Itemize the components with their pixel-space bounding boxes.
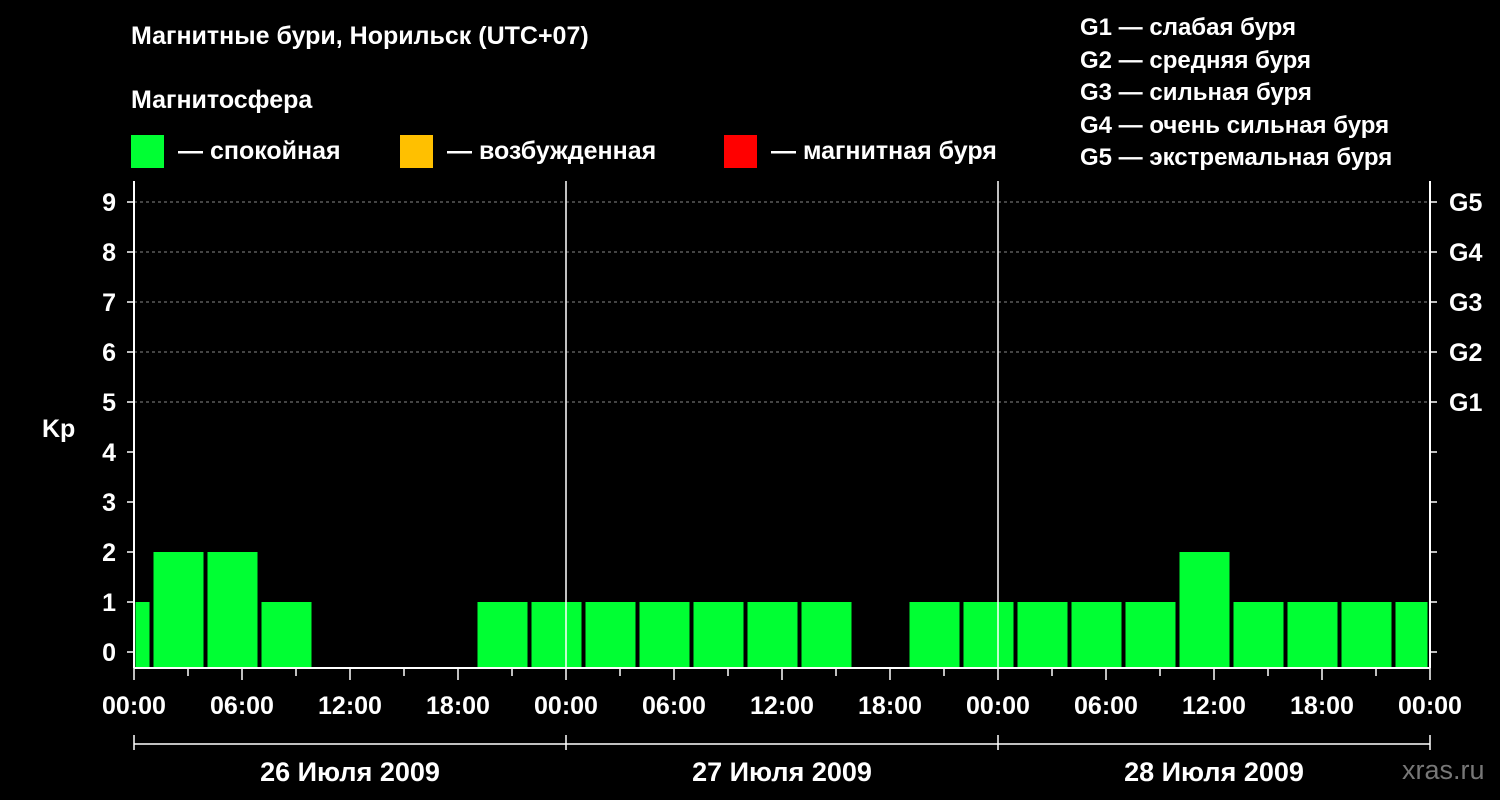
y-tick-label: 4 (102, 439, 116, 467)
kp-bar (1071, 602, 1122, 668)
kp-bar (1341, 602, 1392, 668)
y-tick-label: 0 (102, 639, 116, 667)
x-tick-label: 18:00 (1290, 692, 1354, 720)
x-tick-label: 00:00 (534, 692, 598, 720)
kp-bar (801, 602, 852, 668)
storm-level-tick-label: G2 (1449, 339, 1482, 367)
date-label: 27 Июля 2009 (692, 757, 872, 787)
grid-layer (134, 201, 1430, 403)
kp-bar (693, 602, 744, 668)
y-tick-label: 7 (102, 289, 116, 317)
kp-bar (207, 552, 258, 668)
kp-bar (639, 602, 690, 668)
x-tick-label: 12:00 (1182, 692, 1246, 720)
x-tick-label: 12:00 (750, 692, 814, 720)
y-tick-label: 2 (102, 539, 116, 567)
x-tick-label: 06:00 (1074, 692, 1138, 720)
kp-bar (1233, 602, 1284, 668)
x-tick-label: 18:00 (426, 692, 490, 720)
y-tick-label: 6 (102, 339, 116, 367)
kp-bar (135, 602, 150, 668)
date-label: 26 Июля 2009 (260, 757, 440, 787)
y-axis-label: Kp (42, 415, 75, 443)
kp-bar (963, 602, 1014, 668)
kp-chart: 0 1 2 3 4 5 6 7 8 9 Kp G1 G2 G3 G4 G5 00:00 06:00 12:00 18:… (42, 181, 1482, 787)
bar-layer (135, 552, 1428, 668)
kp-bar (1395, 602, 1428, 668)
y-tick-label: 9 (102, 189, 116, 217)
storm-level-tick-label: G4 (1449, 239, 1482, 267)
storm-level-tick-label: G5 (1449, 189, 1482, 217)
y-tick-label: 8 (102, 239, 116, 267)
x-tick-label: 00:00 (1398, 692, 1462, 720)
x-tick-label: 12:00 (318, 692, 382, 720)
kp-bar (1287, 602, 1338, 668)
x-tick-label: 06:00 (642, 692, 706, 720)
label-layer: 0 1 2 3 4 5 6 7 8 9 Kp G1 G2 G3 G4 G5 00:00 06:00 12:00 18:… (42, 189, 1482, 787)
watermark: xras.ru (1402, 755, 1485, 785)
y-tick-label: 5 (102, 389, 116, 417)
storm-level-tick-label: G1 (1449, 389, 1482, 417)
kp-bar (909, 602, 960, 668)
kp-bar (1179, 552, 1230, 668)
kp-bar (747, 602, 798, 668)
kp-bar (585, 602, 636, 668)
kp-bar (261, 602, 312, 668)
x-tick-label: 18:00 (858, 692, 922, 720)
kp-bar (1017, 602, 1068, 668)
y-tick-label: 1 (102, 589, 116, 617)
x-tick-label: 06:00 (210, 692, 274, 720)
storm-level-tick-label: G3 (1449, 289, 1482, 317)
date-label: 28 Июля 2009 (1124, 757, 1304, 787)
kp-bar (531, 602, 582, 668)
kp-bar (1125, 602, 1176, 668)
y-tick-label: 3 (102, 489, 116, 517)
kp-bar (153, 552, 204, 668)
x-tick-label: 00:00 (966, 692, 1030, 720)
x-tick-label: 00:00 (102, 692, 166, 720)
kp-bar (477, 602, 528, 668)
